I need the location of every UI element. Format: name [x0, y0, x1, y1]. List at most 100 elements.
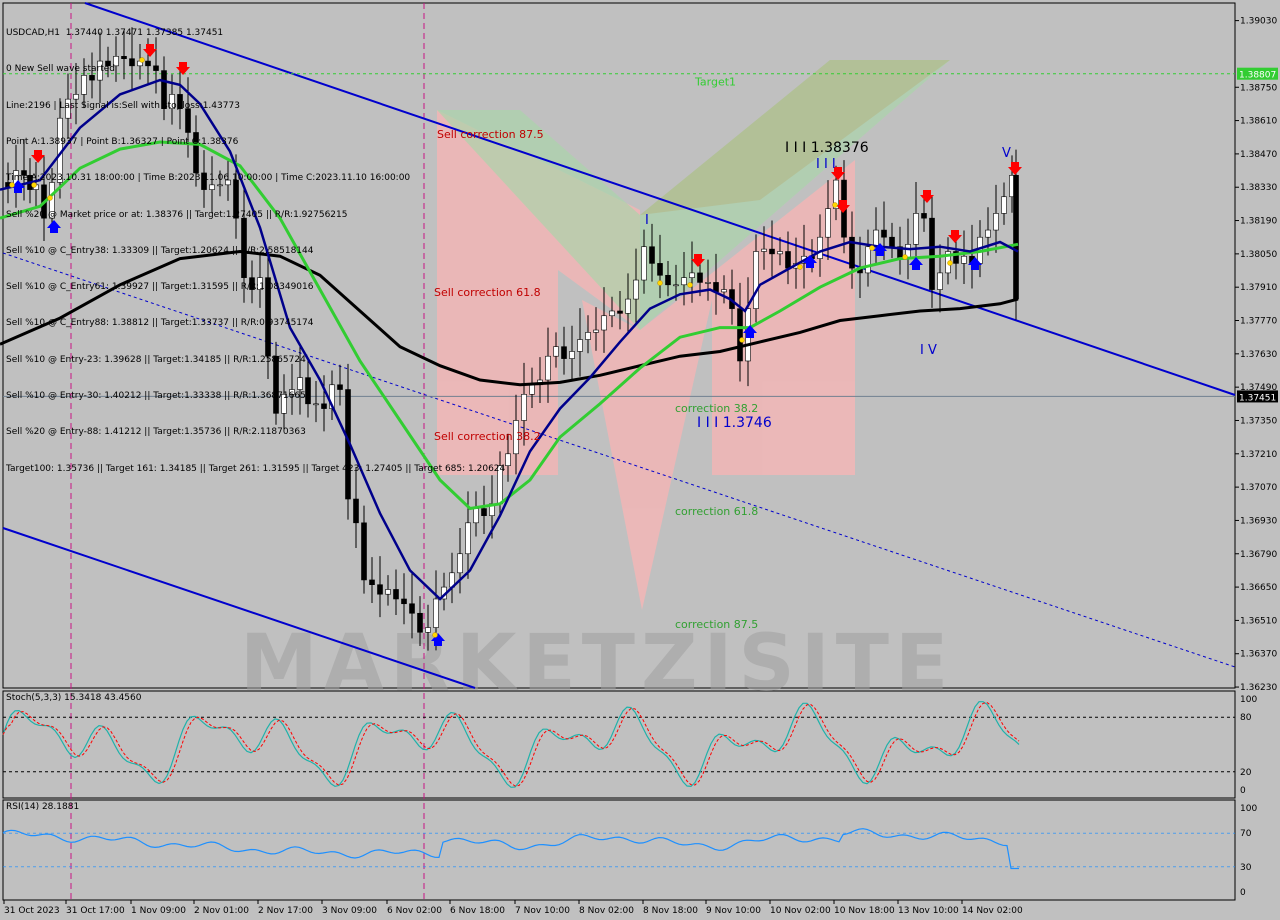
signal-dot	[9, 182, 15, 188]
candle-body	[21, 170, 27, 176]
signal-dot	[832, 202, 838, 208]
signal-dot	[139, 57, 145, 63]
candle-body	[201, 172, 207, 190]
price-chart[interactable]: MARKETZISITE 1.39030 1.38750 1.38610 1.38470…	[0, 0, 1280, 920]
candle-body	[737, 308, 743, 362]
x-tick-label: 9 Nov 10:00	[706, 906, 761, 916]
candle-body	[457, 553, 463, 574]
signal-dot	[657, 280, 663, 286]
candle-body	[417, 612, 423, 633]
candle-body	[1001, 196, 1007, 214]
candle-body	[297, 377, 303, 390]
rsi-level-label: 0	[1240, 888, 1246, 898]
candle-body	[673, 284, 679, 287]
x-tick-label: 8 Nov 18:00	[643, 906, 698, 916]
y-tick-label: 1.38610	[1240, 117, 1277, 127]
y-tick-label: 1.37350	[1240, 416, 1277, 426]
y-tick-label: 1.38050	[1240, 250, 1277, 260]
x-tick-label: 2 Nov 01:00	[194, 906, 249, 916]
candle-body	[313, 403, 319, 406]
signal-dot	[432, 632, 438, 638]
sell-correction-382-label: Sell correction 38.2	[434, 430, 541, 443]
candle-body	[649, 246, 655, 264]
signal-dot	[797, 264, 803, 270]
candle-body	[97, 60, 103, 81]
x-tick-label: 1 Nov 09:00	[131, 906, 186, 916]
candle-body	[929, 217, 935, 290]
x-tick-label: 31 Oct 17:00	[66, 906, 125, 916]
candle-body	[657, 263, 663, 276]
y-tick-label: 1.36230	[1240, 683, 1277, 693]
signal-dot	[902, 254, 908, 260]
y-tick-label: 1.36650	[1240, 583, 1277, 593]
candle-body	[145, 60, 151, 67]
candle-body	[889, 236, 895, 248]
y-tick-label: 1.36510	[1240, 616, 1277, 626]
candle-body	[913, 213, 919, 245]
stoch-level-label: 20	[1240, 768, 1252, 778]
stoch-level-label: 0	[1240, 786, 1246, 796]
candle-body	[617, 310, 623, 314]
candle-body	[937, 272, 943, 290]
candle-body	[697, 272, 703, 283]
candle-body	[481, 508, 487, 516]
candle-body	[761, 248, 767, 252]
candle-body	[105, 60, 111, 67]
candle-body	[193, 132, 199, 174]
y-tick-label: 1.39030	[1240, 17, 1277, 27]
candle-body	[257, 277, 263, 290]
x-tick-label: 3 Nov 09:00	[322, 906, 377, 916]
candle-body	[217, 184, 223, 187]
stoch-level-label: 80	[1240, 713, 1252, 723]
x-tick-label: 10 Nov 02:00	[770, 906, 831, 916]
rsi-level-label: 70	[1240, 829, 1252, 839]
candle-body	[305, 377, 311, 405]
candle-body	[401, 598, 407, 605]
y-tick-label: 1.37630	[1240, 350, 1277, 360]
x-tick-label: 2 Nov 17:00	[258, 906, 313, 916]
candle-body	[521, 393, 527, 421]
candle-body	[265, 277, 271, 357]
rsi-level-label: 100	[1240, 804, 1257, 814]
y-tick-label: 1.38470	[1240, 150, 1277, 160]
signal-dot	[47, 195, 53, 201]
candle-body	[425, 627, 431, 633]
candle-body	[1013, 175, 1019, 300]
candle-body	[569, 351, 575, 359]
y-tick-label: 1.36370	[1240, 650, 1277, 660]
candle-body	[593, 329, 599, 333]
candle-body	[385, 589, 391, 595]
x-tick-label: 13 Nov 10:00	[898, 906, 959, 916]
candle-body	[65, 98, 71, 119]
signal-dot	[687, 282, 693, 288]
candle-body	[169, 94, 175, 109]
candle-body	[545, 355, 551, 381]
candle-body	[353, 498, 359, 524]
candle-body	[233, 179, 239, 219]
x-tick-label: 8 Nov 02:00	[579, 906, 634, 916]
point-c-label: I I I 1.38376	[785, 140, 869, 156]
candle-body	[633, 279, 639, 300]
candle-body	[465, 522, 471, 555]
candle-body	[81, 75, 87, 95]
y-tick-label: 1.37070	[1240, 483, 1277, 493]
candle-body	[185, 108, 191, 133]
candle-body	[225, 179, 231, 186]
candle-body	[985, 229, 991, 238]
wave-iv-label: I V	[920, 343, 937, 358]
candle-body	[529, 384, 535, 395]
candle-body	[625, 298, 631, 314]
candle-body	[89, 75, 95, 81]
candle-body	[241, 217, 247, 278]
y-tick-label: 1.38750	[1240, 83, 1277, 93]
y-tick-label: 1.38330	[1240, 183, 1277, 193]
candle-body	[249, 277, 255, 290]
candle-body	[409, 603, 415, 614]
candle-body	[577, 339, 583, 352]
candle-body	[177, 94, 183, 109]
candle-body	[377, 584, 383, 595]
candle-body	[689, 272, 695, 278]
candle-body	[921, 213, 927, 219]
y-tick-label: 1.37210	[1240, 450, 1277, 460]
candle-body	[665, 274, 671, 286]
